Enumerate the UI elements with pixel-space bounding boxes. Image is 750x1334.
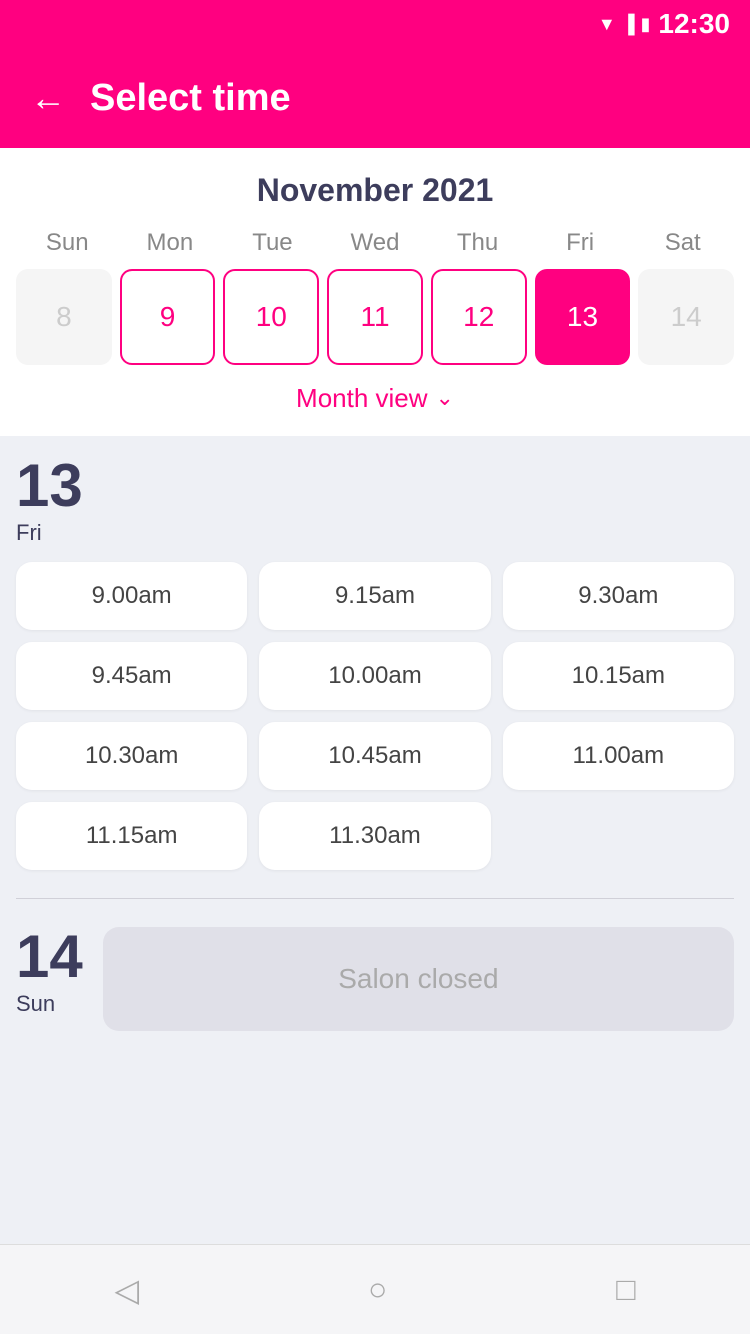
weekday-fri: Fri bbox=[529, 229, 632, 257]
time-slot-945am[interactable]: 9.45am bbox=[16, 642, 247, 710]
weekday-sun: Sun bbox=[16, 229, 119, 257]
app-header: ← Select time bbox=[0, 48, 750, 148]
signal-icon: ▐ bbox=[622, 14, 635, 35]
date-cell-12[interactable]: 12 bbox=[431, 269, 527, 365]
day-name-Sun: Sun bbox=[16, 991, 55, 1017]
bottom-nav: ◁ ○ □ bbox=[0, 1244, 750, 1334]
status-time: 12:30 bbox=[658, 8, 730, 40]
time-slots-grid-13: 9.00am9.15am9.30am9.45am10.00am10.15am10… bbox=[16, 562, 734, 870]
dates-row: 891011121314 bbox=[16, 269, 734, 365]
back-button[interactable]: ← bbox=[30, 80, 66, 116]
weekday-tue: Tue bbox=[221, 229, 324, 257]
time-slot-1130am[interactable]: 11.30am bbox=[259, 802, 490, 870]
wifi-icon: ▼ bbox=[598, 14, 616, 35]
status-bar: ▼ ▐ ▮ 12:30 bbox=[0, 0, 750, 48]
time-slot-1015am[interactable]: 10.15am bbox=[503, 642, 734, 710]
day-block-14: 14 Sun Salon closed bbox=[16, 927, 734, 1031]
day-name-Fri: Fri bbox=[16, 520, 42, 546]
status-icons: ▼ ▐ ▮ bbox=[598, 14, 651, 35]
month-view-toggle[interactable]: Month view ⌄ bbox=[16, 373, 734, 428]
time-slot-1045am[interactable]: 10.45am bbox=[259, 722, 490, 790]
time-slot-1000am[interactable]: 10.00am bbox=[259, 642, 490, 710]
month-year-label: November 2021 bbox=[16, 172, 734, 209]
day-number-14: 14 bbox=[16, 927, 83, 987]
chevron-down-icon: ⌄ bbox=[436, 385, 454, 411]
time-slot-900am[interactable]: 9.00am bbox=[16, 562, 247, 630]
month-view-label: Month view bbox=[296, 383, 428, 414]
day-block-13: 13 Fri 9.00am9.15am9.30am 9.45am10.00am10.1… bbox=[16, 456, 734, 870]
schedule-section: 13 Fri 9.00am9.15am9.30am 9.45am10.00am10.1… bbox=[0, 436, 750, 1244]
page-title: Select time bbox=[90, 77, 291, 120]
weekday-thu: Thu bbox=[426, 229, 529, 257]
date-cell-8: 8 bbox=[16, 269, 112, 365]
weekdays-row: Sun Mon Tue Wed Thu Fri Sat bbox=[16, 229, 734, 257]
date-cell-9[interactable]: 9 bbox=[120, 269, 216, 365]
back-nav-icon[interactable]: ◁ bbox=[114, 1271, 139, 1309]
day-divider bbox=[16, 898, 734, 899]
weekday-wed: Wed bbox=[324, 229, 427, 257]
home-nav-icon[interactable]: ○ bbox=[368, 1271, 387, 1308]
date-cell-11[interactable]: 11 bbox=[327, 269, 423, 365]
date-cell-10[interactable]: 10 bbox=[223, 269, 319, 365]
time-slot-1100am[interactable]: 11.00am bbox=[503, 722, 734, 790]
salon-closed-box: Salon closed bbox=[103, 927, 734, 1031]
calendar-section: November 2021 Sun Mon Tue Wed Thu Fri Sa… bbox=[0, 148, 750, 436]
time-slot-915am[interactable]: 9.15am bbox=[259, 562, 490, 630]
time-slot-930am[interactable]: 9.30am bbox=[503, 562, 734, 630]
weekday-sat: Sat bbox=[631, 229, 734, 257]
day-header-13: 13 Fri bbox=[16, 456, 734, 546]
battery-icon: ▮ bbox=[640, 14, 650, 35]
date-cell-13[interactable]: 13 bbox=[535, 269, 631, 365]
weekday-mon: Mon bbox=[119, 229, 222, 257]
recent-nav-icon[interactable]: □ bbox=[616, 1271, 635, 1308]
date-cell-14: 14 bbox=[638, 269, 734, 365]
time-slot-1115am[interactable]: 11.15am bbox=[16, 802, 247, 870]
time-slot-1030am[interactable]: 10.30am bbox=[16, 722, 247, 790]
day-header-14: 14 Sun Salon closed bbox=[16, 927, 734, 1031]
day-number-13: 13 bbox=[16, 456, 83, 516]
